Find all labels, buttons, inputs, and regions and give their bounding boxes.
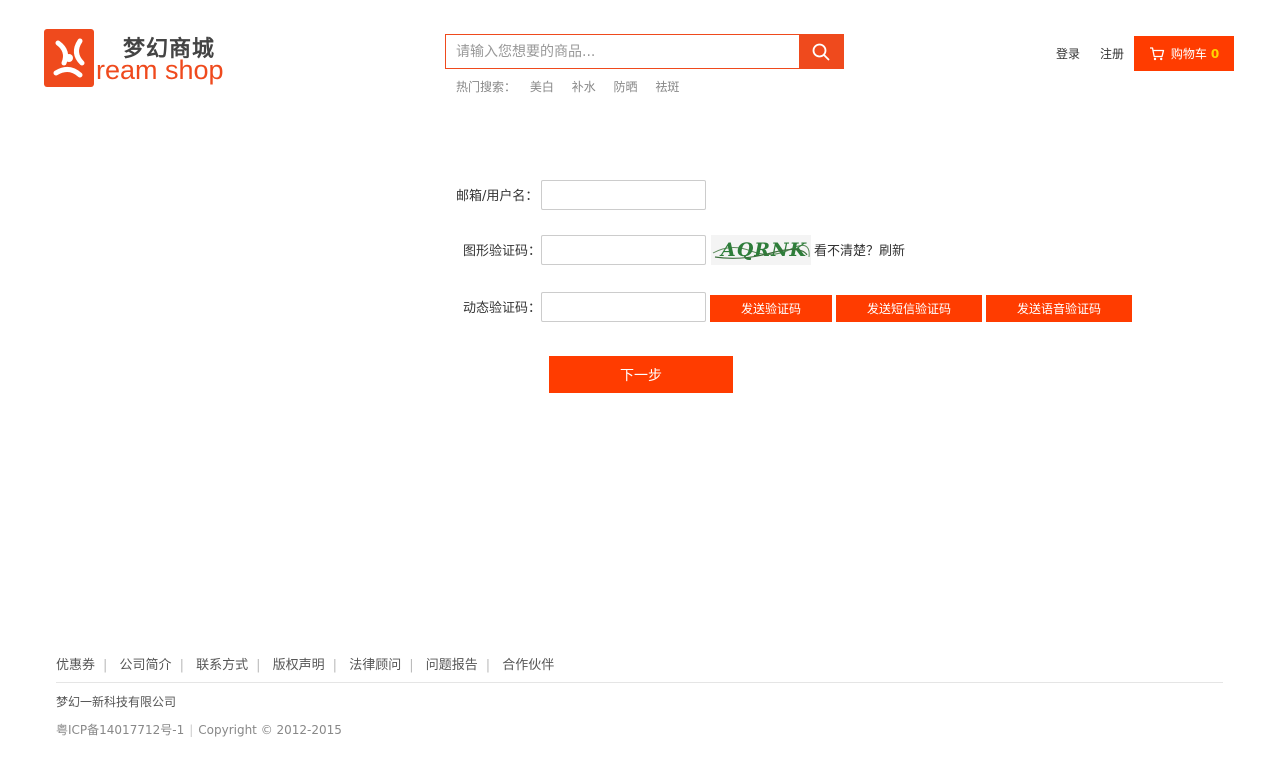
search-icon: [812, 43, 830, 60]
username-label: 邮箱/用户名：: [456, 189, 539, 204]
hot-search-item[interactable]: 防晒: [614, 80, 638, 94]
footer-divider: [56, 682, 1223, 683]
cart-label: 购物车: [1170, 47, 1207, 61]
logo-en-text: ream shop: [96, 55, 224, 85]
captcha-label: 图形验证码：: [463, 244, 542, 259]
send-code-button[interactable]: 发送验证码: [710, 295, 832, 322]
cart-icon: [1149, 46, 1164, 60]
captcha-input[interactable]: [541, 235, 706, 265]
hot-search: 热门搜索： 美白 补水 防晒 祛斑: [456, 78, 693, 95]
search-box: [445, 34, 844, 69]
cart-button[interactable]: 购物车 0: [1134, 36, 1234, 71]
copyright: 粤ICP备14017712号-1 | Copyright © 2012-2015: [56, 723, 342, 737]
footer-link[interactable]: 公司简介: [120, 658, 172, 673]
captcha-tip: 看不清楚？刷新: [814, 240, 905, 259]
captcha-image[interactable]: AQRNK: [711, 235, 811, 265]
next-step-button[interactable]: 下一步: [549, 356, 733, 393]
login-link[interactable]: 登录: [1056, 45, 1080, 62]
captcha-tip-text: 看不清楚？: [814, 244, 880, 259]
footer-link[interactable]: 法律顾问: [349, 658, 401, 673]
register-link[interactable]: 注册: [1100, 45, 1124, 62]
captcha-refresh-link[interactable]: 刷新: [879, 244, 905, 259]
hot-search-item[interactable]: 祛斑: [655, 80, 679, 94]
footer-link[interactable]: 问题报告: [426, 658, 478, 673]
footer-link[interactable]: 版权声明: [273, 658, 325, 673]
search-input[interactable]: [446, 35, 800, 68]
footer-link[interactable]: 联系方式: [196, 658, 248, 673]
hot-search-item[interactable]: 美白: [530, 80, 554, 94]
copyright-text: Copyright © 2012-2015: [198, 723, 342, 737]
send-voice-button[interactable]: 发送语音验证码: [986, 295, 1132, 322]
logo[interactable]: 梦幻商城 ream shop: [44, 29, 234, 89]
footer-link[interactable]: 合作伙伴: [502, 658, 554, 673]
hot-search-label: 热门搜索：: [456, 80, 517, 94]
footer-links: 优惠券 | 公司简介 | 联系方式 | 版权声明 | 法律顾问 | 问题报告 | 合作伙伴: [56, 658, 555, 673]
logo-mark-icon: [44, 29, 94, 87]
cart-count: 0: [1210, 46, 1220, 61]
icp-number[interactable]: 粤ICP备14017712号-1: [56, 723, 184, 737]
footer-link[interactable]: 优惠券: [56, 658, 95, 673]
search-button[interactable]: [799, 35, 843, 68]
dynamic-code-label: 动态验证码：: [463, 301, 542, 316]
company-name: 梦幻一新科技有限公司: [56, 695, 177, 709]
send-sms-button[interactable]: 发送短信验证码: [836, 295, 982, 322]
username-input[interactable]: [541, 180, 706, 210]
hot-search-item[interactable]: 补水: [572, 80, 596, 94]
dynamic-code-input[interactable]: [541, 292, 706, 322]
